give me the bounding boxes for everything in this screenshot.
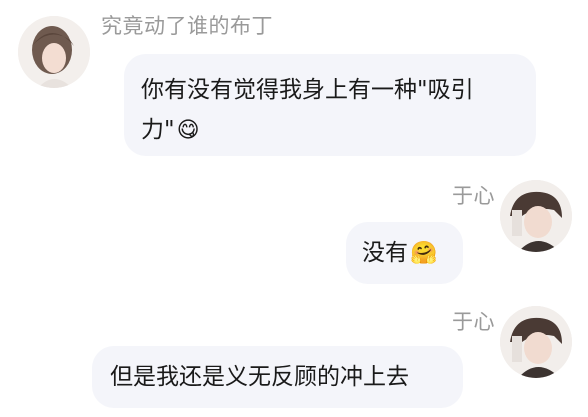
sender-avatar-1[interactable]: [18, 16, 90, 88]
message-bubble-1[interactable]: 你有没有觉得我身上有一种"吸引力"😋: [124, 54, 536, 156]
yum-emoji-icon: 😋: [176, 118, 200, 143]
sender-avatar-3[interactable]: [500, 306, 572, 378]
user-avatar-icon: [500, 306, 572, 378]
sender-name-3: 于心: [452, 310, 495, 334]
user-avatar-icon: [500, 180, 572, 252]
message-text-3: 但是我还是义无反顾的冲上去: [110, 364, 409, 390]
sender-avatar-2[interactable]: [500, 180, 572, 252]
message-bubble-2[interactable]: 没有🤗: [346, 222, 463, 284]
message-text-2: 没有: [362, 240, 408, 266]
sender-name-1: 究竟动了谁的布丁: [101, 14, 273, 38]
message-bubble-3[interactable]: 但是我还是义无反顾的冲上去: [92, 346, 463, 408]
sender-name-2: 于心: [452, 184, 495, 208]
user-avatar-icon: [18, 16, 90, 88]
hug-emoji-icon: 🤗: [410, 241, 438, 266]
